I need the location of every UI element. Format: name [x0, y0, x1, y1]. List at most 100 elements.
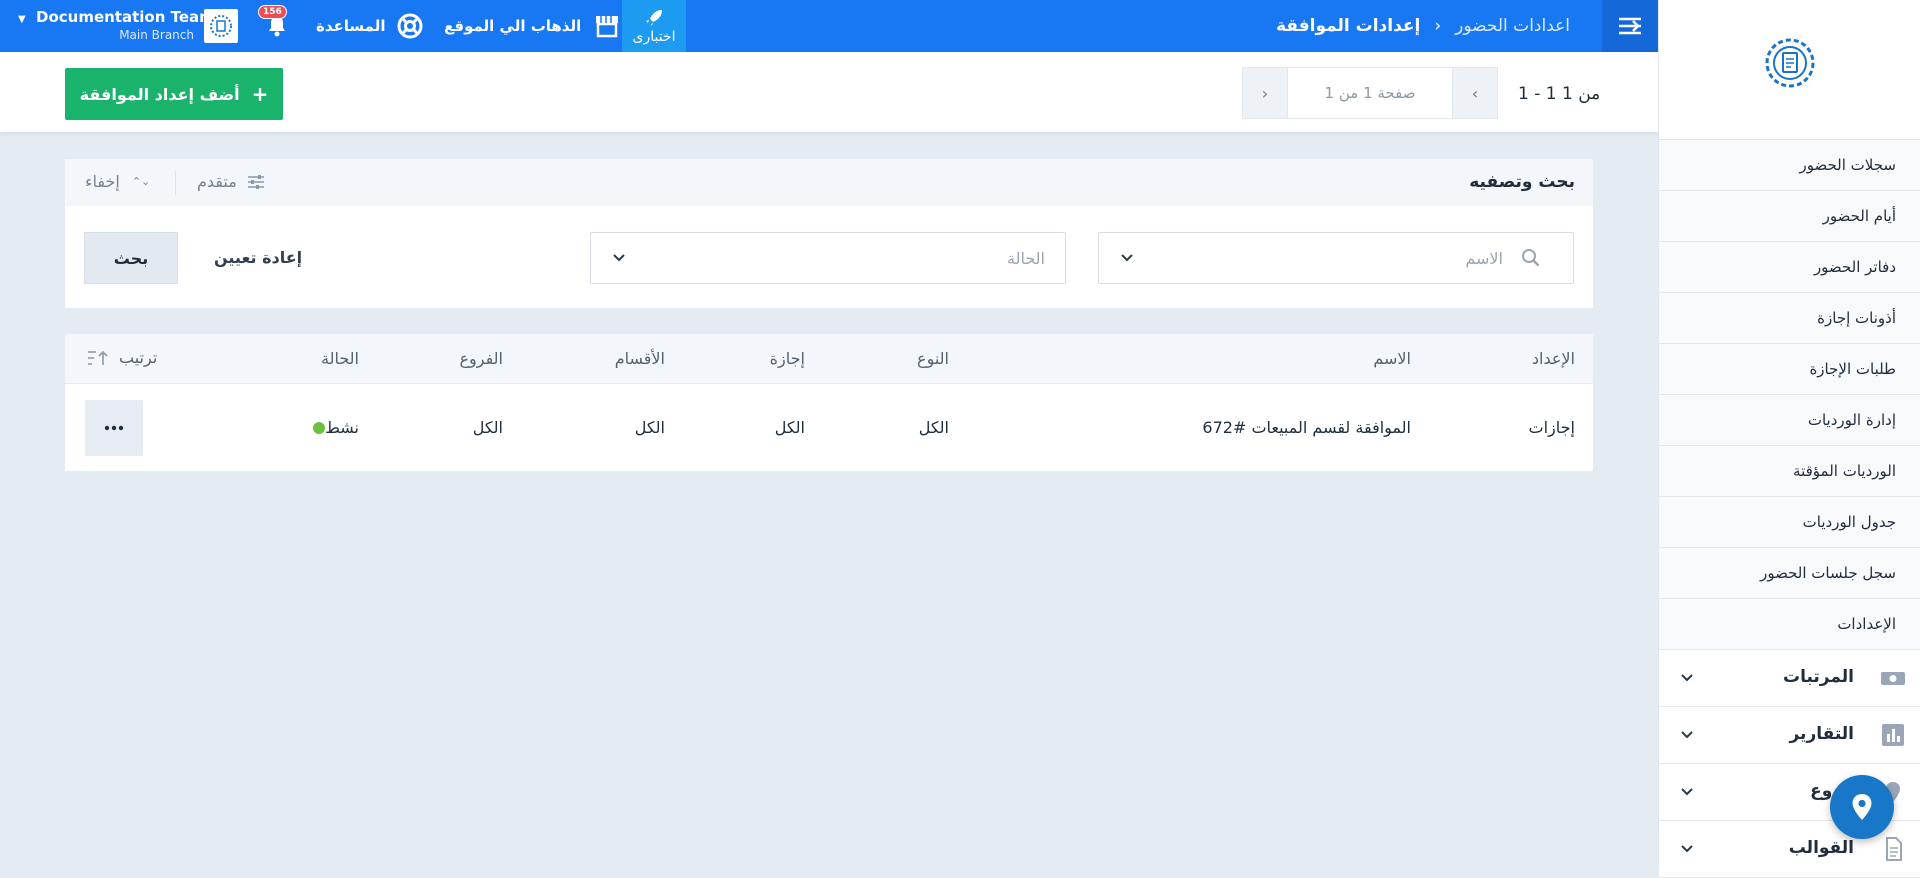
advanced-filters-button[interactable]: متقدم: [197, 172, 265, 191]
chevron-left-icon: ‹: [1434, 16, 1442, 36]
sidebar-item-attendance-days[interactable]: أيام الحضور: [1659, 191, 1920, 242]
breadcrumb-parent[interactable]: اعدادات الحضور: [1455, 16, 1570, 36]
column-header-status: الحالة: [321, 349, 359, 368]
column-header-leave: إجازة: [769, 349, 805, 368]
chevron-down-icon: [1681, 731, 1693, 739]
name-search-input[interactable]: الاسم: [1098, 232, 1574, 284]
pagination: › صفحة 1 من 1 ‹: [1242, 67, 1498, 119]
sidebar-item-leave-permissions[interactable]: أذونات إجازة: [1659, 293, 1920, 344]
cell-leave: الكل: [774, 418, 805, 437]
user-branch: Main Branch: [119, 28, 194, 42]
active-status-dot: [313, 422, 326, 434]
page-toolbar: أضف إعداد الموافقة + › صفحة 1 من 1 ‹ 1 -…: [0, 52, 1658, 132]
cell-type: الكل: [918, 418, 949, 437]
sidebar-item-label: سجل جلسات الحضور: [1760, 564, 1896, 582]
company-logo-icon: [210, 15, 232, 37]
column-header-setting: الإعداد: [1531, 349, 1575, 368]
location-fab-button[interactable]: [1830, 775, 1894, 839]
sidebar-item-label: الإعدادات: [1837, 615, 1896, 633]
company-logo[interactable]: [204, 9, 238, 43]
previous-page-button[interactable]: ‹: [1453, 68, 1497, 118]
chevron-down-icon: [1121, 254, 1133, 262]
sidebar-item-attendance-logs[interactable]: سجلات الحضور: [1659, 140, 1920, 191]
lifebuoy-icon: [397, 13, 422, 39]
sidebar-item-label: إدارة الورديات: [1807, 411, 1896, 429]
collapse-icon: ⌃⌄: [131, 175, 151, 188]
status-label: نشط: [325, 418, 359, 437]
test-mode-label: اختبارى: [632, 29, 676, 45]
breadcrumb-current: إعدادات الموافقة: [1275, 16, 1421, 36]
sidebar-item-label: دفاتر الحضور: [1813, 258, 1896, 276]
test-mode-button[interactable]: اختبارى: [622, 0, 686, 52]
sidebar-item-attendance-sessions[interactable]: سجل جلسات الحضور: [1659, 548, 1920, 599]
sort-button[interactable]: ترتيب: [87, 348, 157, 367]
menu-toggle-button[interactable]: [1602, 0, 1658, 52]
sidebar-item-label: المرتبات: [1783, 667, 1854, 687]
sidebar-item-shift-management[interactable]: إدارة الورديات: [1659, 395, 1920, 446]
pagination-range: 1 - 1 من 1: [1518, 84, 1601, 104]
sidebar-item-settings[interactable]: الإعدادات: [1659, 599, 1920, 650]
money-icon: [1881, 672, 1905, 685]
sidebar-item-payroll[interactable]: المرتبات: [1659, 650, 1920, 707]
column-header-type: النوع: [917, 349, 949, 368]
reset-button[interactable]: إعادة تعيين: [214, 248, 302, 267]
column-header-departments: الأقسام: [614, 349, 665, 368]
chevron-right-icon: ›: [1261, 83, 1269, 103]
sidebar-item-temporary-shifts[interactable]: الورديات المؤقتة: [1659, 446, 1920, 497]
sort-label: ترتيب: [119, 348, 158, 367]
search-icon: [1522, 249, 1540, 267]
chevron-down-icon: [1681, 845, 1693, 853]
sidebar-item-shift-schedule[interactable]: جدول الورديات: [1659, 497, 1920, 548]
sidebar-item-leave-requests[interactable]: طلبات الإجازة: [1659, 344, 1920, 395]
status-select[interactable]: الحالة: [590, 232, 1066, 284]
sidebar-item-label: سجلات الحضور: [1799, 156, 1896, 174]
plus-icon: +: [251, 82, 269, 106]
sidebar-item-label: القوالب: [1788, 838, 1854, 858]
table-row[interactable]: إجازات الموافقة لقسم المبيعات #672 الكل …: [65, 384, 1593, 471]
sidebar-item-label: التقارير: [1789, 724, 1854, 744]
sidebar-item-label: الورديات المؤقتة: [1793, 462, 1896, 480]
column-header-branches: الفروع: [459, 349, 503, 368]
app-logo[interactable]: [1659, 0, 1920, 140]
chevron-down-icon: [1681, 674, 1693, 682]
cell-branches: الكل: [472, 418, 503, 437]
table-header: الإعداد الاسم النوع إجازة الأقسام الفروع…: [65, 334, 1593, 384]
search-panel-title: بحث وتصفيه: [1469, 172, 1575, 192]
cell-departments: الكل: [634, 418, 665, 437]
hide-label: إخفاء: [85, 172, 120, 191]
user-menu[interactable]: ▼ Documentation Team Main Branch: [14, 4, 215, 48]
app-logo-icon: [1765, 38, 1815, 88]
go-to-site-label: الذهاب الي الموقع: [444, 17, 582, 35]
user-name: Documentation Team: [36, 8, 215, 26]
help-label: المساعدة: [316, 17, 386, 35]
add-approval-setting-button[interactable]: أضف إعداد الموافقة +: [65, 68, 283, 120]
cell-name: الموافقة لقسم المبيعات #672: [1202, 418, 1411, 437]
notification-count-badge: 156: [258, 5, 287, 19]
advanced-label: متقدم: [197, 172, 237, 191]
go-to-site-link[interactable]: الذهاب الي الموقع: [444, 0, 621, 52]
rocket-icon: [646, 10, 662, 26]
name-placeholder: الاسم: [1465, 249, 1503, 268]
search-button[interactable]: بحث: [84, 232, 178, 284]
page-indicator[interactable]: صفحة 1 من 1: [1287, 68, 1453, 118]
sidebar-item-label: جدول الورديات: [1802, 513, 1896, 531]
status-badge: نشط: [305, 418, 359, 437]
row-actions-button[interactable]: [85, 400, 143, 456]
next-page-button[interactable]: ›: [1243, 68, 1287, 118]
search-filter-panel: بحث وتصفيه إخفاء ⌃⌄ متقدم الاسم الحالة إ…: [65, 159, 1593, 308]
hide-filters-button[interactable]: إخفاء ⌃⌄: [85, 172, 150, 191]
bar-chart-icon: [1882, 724, 1904, 746]
header-divider: [175, 171, 176, 195]
status-placeholder: الحالة: [1007, 249, 1045, 268]
help-link[interactable]: المساعدة: [316, 0, 424, 52]
sort-ascending-icon: [88, 350, 108, 365]
sidebar-item-reports[interactable]: التقارير: [1659, 707, 1920, 764]
document-icon: [1886, 837, 1902, 861]
notifications-button[interactable]: 156: [258, 5, 294, 42]
store-icon: [596, 16, 619, 38]
approval-settings-table: الإعداد الاسم النوع إجازة الأقسام الفروع…: [65, 334, 1593, 471]
menu-collapse-icon: [1619, 17, 1641, 35]
sidebar-item-attendance-books[interactable]: دفاتر الحضور: [1659, 242, 1920, 293]
map-pin-icon: [1852, 794, 1872, 820]
add-button-label: أضف إعداد الموافقة: [79, 84, 240, 104]
